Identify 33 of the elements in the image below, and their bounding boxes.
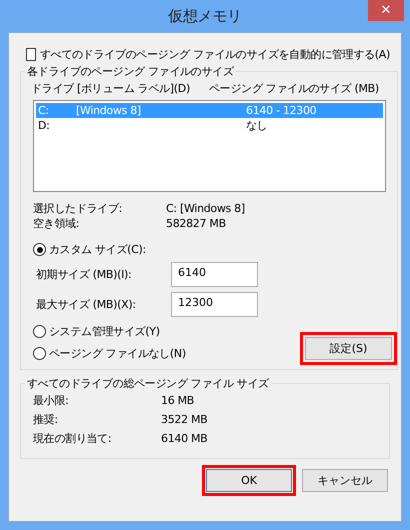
column-header: ドライブ [ボリューム ラベル](D) xyxy=(31,81,191,96)
radio-label: ページング ファイルなし(N) xyxy=(49,346,186,361)
column-header: ページング ファイルのサイズ (MB) xyxy=(209,81,379,96)
field-label: 最大サイズ (MB)(X): xyxy=(36,297,137,312)
info-label: 空き領域: xyxy=(33,216,80,231)
total-value: 16 MB xyxy=(161,393,194,409)
drive-letter: C: xyxy=(38,104,50,117)
window-title: 仮想メモリ xyxy=(168,6,242,26)
total-label: 現在の割り当て: xyxy=(33,431,112,447)
radio-label: システム管理サイズ(Y) xyxy=(49,324,160,339)
info-label: 選択したドライブ: xyxy=(33,201,124,216)
total-value: 3522 MB xyxy=(161,412,208,428)
close-button[interactable]: ✕ xyxy=(368,0,404,21)
ok-button[interactable]: OK xyxy=(206,469,292,492)
set-button[interactable]: 設定(S) xyxy=(305,337,392,360)
info-value: C: [Windows 8] xyxy=(166,201,245,216)
total-value: 6140 MB xyxy=(161,431,208,447)
radio-label: カスタム サイズ(C): xyxy=(49,242,146,257)
drive-letter: D: xyxy=(38,119,51,132)
total-label: 推奨: xyxy=(33,412,59,428)
info-value: 582827 MB xyxy=(166,216,226,231)
total-label: 最小限: xyxy=(33,393,70,409)
input-field[interactable]: 6140 xyxy=(171,262,258,287)
group-title: 各ドライブのページング ファイルのサイズ xyxy=(26,64,235,79)
input-field[interactable]: 12300 xyxy=(171,292,258,317)
paging-size: 6140 - 12300 xyxy=(246,104,316,117)
drive-row[interactable]: D: なし xyxy=(36,118,383,133)
checkbox-label: すべてのドライブのページング ファイルのサイズを自動的に管理する(A) xyxy=(40,47,390,62)
cancel-button[interactable]: キャンセル xyxy=(302,469,388,492)
paging-size: なし xyxy=(246,118,268,133)
field-label: 初期サイズ (MB)(I): xyxy=(36,267,132,282)
group-title: すべてのドライブの総ページング ファイル サイズ xyxy=(26,376,270,391)
volume-label: [Windows 8] xyxy=(76,104,141,117)
